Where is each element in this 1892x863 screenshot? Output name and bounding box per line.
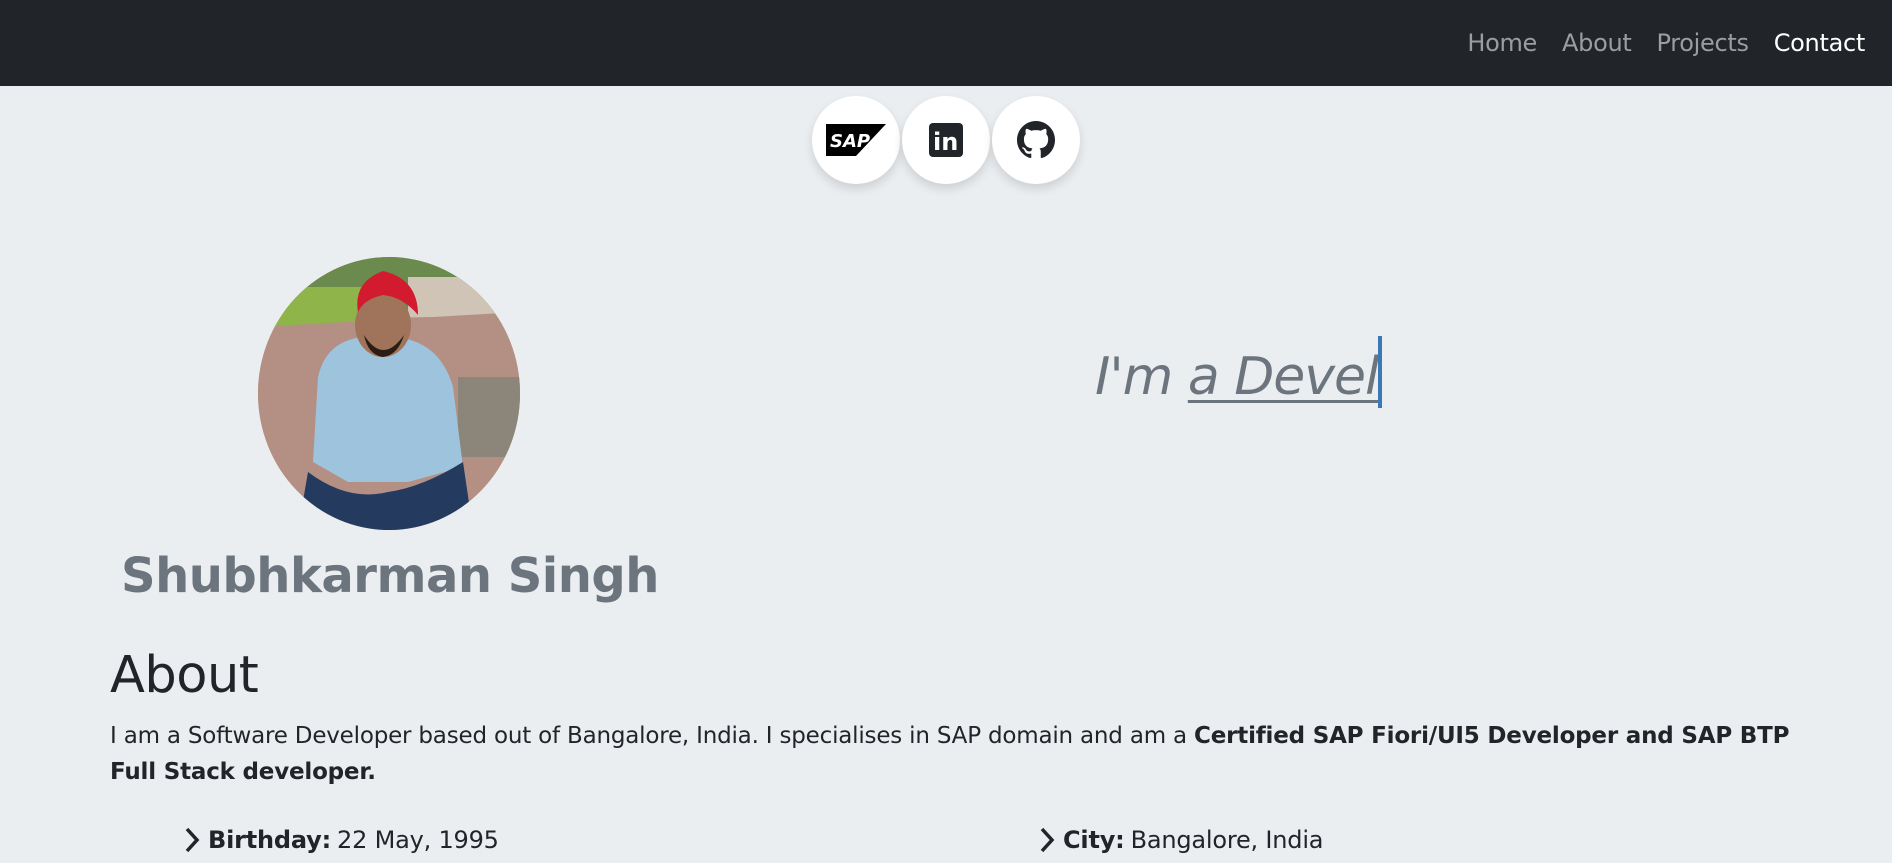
info-birthday-label: Birthday: (208, 826, 331, 854)
chevron-right-icon (1040, 827, 1055, 853)
navbar: Home About Projects Contact (0, 0, 1892, 86)
chevron-right-icon (185, 827, 200, 853)
github-icon (1017, 121, 1055, 159)
sap-button[interactable]: SAP (812, 96, 900, 184)
typed-prefix: I'm (1095, 347, 1173, 407)
typed-word: a Devel (1187, 347, 1380, 407)
social-links: SAP in (812, 96, 1080, 184)
about-heading: About (110, 646, 259, 705)
sap-logo-text: SAP (830, 131, 870, 152)
info-city: City: Bangalore, India (1037, 826, 1324, 854)
github-button[interactable] (992, 96, 1080, 184)
sap-icon: SAP (826, 124, 886, 156)
nav-link-contact[interactable]: Contact (1774, 29, 1866, 57)
info-city-value: Bangalore, India (1130, 826, 1324, 854)
about-description: I am a Software Developer based out of B… (110, 718, 1810, 790)
nav-link-about[interactable]: About (1562, 29, 1632, 57)
nav-links: Home About Projects Contact (1467, 0, 1865, 86)
nav-link-home[interactable]: Home (1467, 29, 1537, 57)
linkedin-logo-text: in (933, 128, 958, 156)
info-birthday: Birthday: 22 May, 1995 (182, 826, 499, 854)
nav-link-projects[interactable]: Projects (1657, 29, 1750, 57)
info-city-label: City: (1063, 826, 1125, 854)
about-text-plain: I am a Software Developer based out of B… (110, 723, 1195, 749)
linkedin-icon: in (929, 123, 963, 157)
profile-photo (258, 257, 520, 530)
linkedin-button[interactable]: in (902, 96, 990, 184)
typed-tagline: I'm a Devel (1095, 336, 1383, 408)
profile-photo-image (258, 257, 520, 530)
info-birthday-value: 22 May, 1995 (337, 826, 499, 854)
profile-name: Shubhkarman Singh (121, 548, 659, 604)
typing-cursor (1378, 336, 1383, 408)
